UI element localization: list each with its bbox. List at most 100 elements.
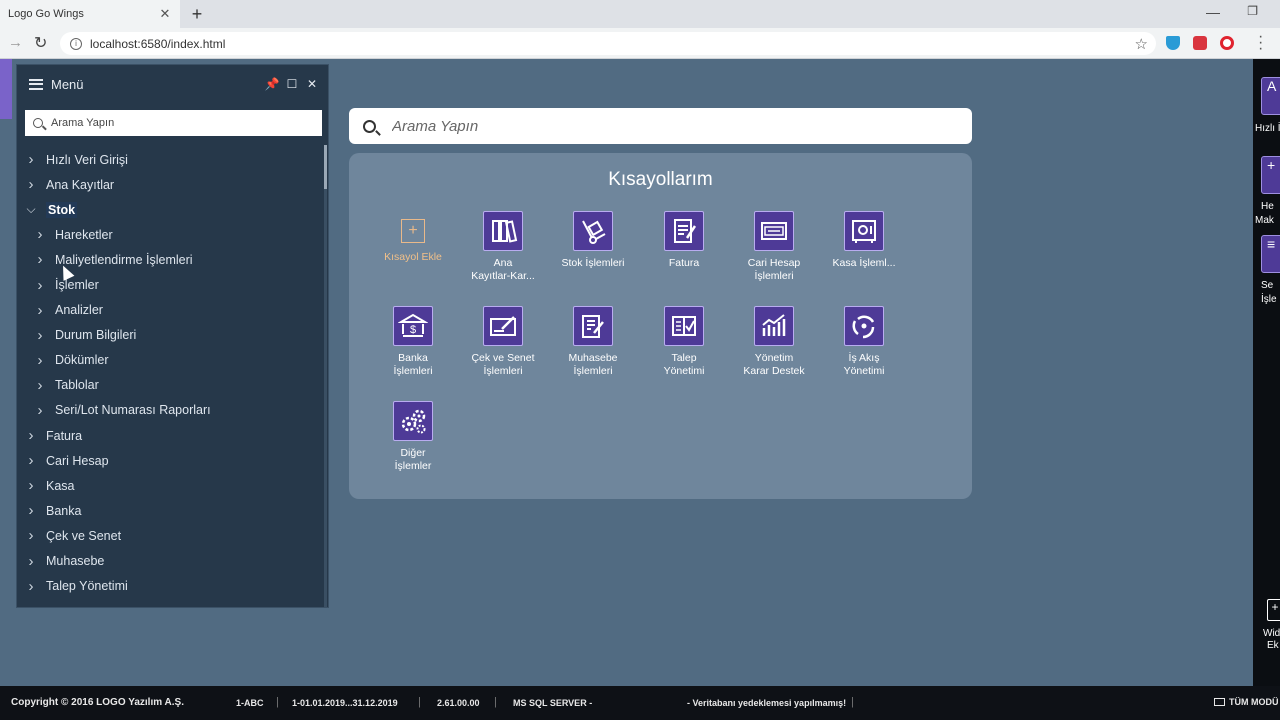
shortcut-tile[interactable]: Muhasebe İşlemleri	[548, 306, 638, 378]
chevron-right-icon[interactable]: ›	[24, 477, 38, 494]
shortcut-tile[interactable]: Diğer İşlemler	[368, 401, 458, 473]
chevron-right-icon[interactable]: ›	[24, 151, 38, 168]
chevron-right-icon[interactable]: ›	[24, 553, 38, 570]
menu-item[interactable]: › Ana Kayıtlar	[17, 172, 328, 197]
menu-item[interactable]: › Banka	[17, 498, 328, 523]
url-text[interactable]: localhost:6580/index.html	[90, 37, 1135, 51]
close-icon[interactable]: ✕	[302, 77, 322, 91]
shortcut-tile[interactable]: Yönetim Karar Destek	[729, 306, 819, 378]
restore-icon[interactable]: ❐	[1247, 4, 1258, 18]
info-icon[interactable]: i	[70, 37, 82, 50]
chevron-right-icon[interactable]: ›	[33, 402, 47, 419]
forward-icon[interactable]: →	[8, 34, 23, 51]
shield-extension-icon[interactable]	[1166, 36, 1180, 50]
maximize-icon[interactable]: ☐	[282, 77, 302, 91]
menu-item-label: İşlemler	[55, 278, 99, 293]
menu-item-label: Hızlı Veri Girişi	[46, 152, 128, 167]
bank-icon: $	[393, 306, 433, 346]
menu-item[interactable]: › Dökümler	[17, 348, 328, 373]
chevron-right-icon[interactable]: ›	[24, 427, 38, 444]
menu-item[interactable]: › Hareketler	[17, 222, 328, 247]
menu-item-label: Cari Hesap	[46, 453, 109, 468]
menu-search-input[interactable]	[51, 117, 322, 129]
shortcut-tile[interactable]: Fatura	[639, 211, 729, 270]
add-shortcut-button[interactable]: + Kısayol Ekle	[368, 211, 458, 264]
chevron-right-icon[interactable]: ›	[24, 176, 38, 193]
company-code: 1-ABC	[236, 698, 264, 708]
menu-item[interactable]: › Muhasebe	[17, 549, 328, 574]
shortcut-tile[interactable]: Çek ve Senet İşlemleri	[458, 306, 548, 378]
bookmark-star-icon[interactable]: ☆	[1135, 35, 1148, 53]
opera-extension-icon[interactable]	[1220, 36, 1234, 50]
shortcut-label: Stok İşlemleri	[548, 257, 638, 270]
request-icon	[664, 306, 704, 346]
copyright-text: Copyright © 2016 LOGO Yazılım A.Ş.	[11, 697, 184, 708]
menu-item[interactable]: ⌵ Stok	[17, 197, 328, 222]
menu-item[interactable]: › Tablolar	[17, 373, 328, 398]
chevron-right-icon[interactable]: ›	[24, 527, 38, 544]
shortcut-tile[interactable]: İş Akış Yönetimi	[819, 306, 909, 378]
shortcut-tile[interactable]: $ Banka İşlemleri	[368, 306, 458, 378]
hamburger-icon[interactable]	[29, 78, 43, 90]
minimize-icon[interactable]: —	[1206, 4, 1220, 20]
pin-icon[interactable]: 📌	[262, 77, 282, 91]
menu-item[interactable]: › Seri/Lot Numarası Raporları	[17, 398, 328, 423]
binders-icon	[483, 211, 523, 251]
chevron-right-icon[interactable]: ›	[24, 578, 38, 595]
widget-label-b: Ek	[1267, 640, 1279, 651]
shortcut-label: Banka İşlemleri	[368, 352, 458, 378]
panel-title: Kısayollarım	[608, 169, 713, 190]
shortcut-label-line2: Kayıtlar-Kar...	[471, 270, 535, 282]
shortcut-tile[interactable]: Stok İşlemleri	[548, 211, 638, 270]
quick-tile-2[interactable]: +	[1261, 156, 1280, 194]
chevron-right-icon[interactable]: ›	[33, 302, 47, 319]
new-tab-button[interactable]: +	[188, 4, 206, 24]
quick-tile-3[interactable]: ≡	[1261, 235, 1280, 273]
shortcut-label-line1: Kasa İşleml...	[832, 257, 896, 269]
menu-item-label: Tablolar	[55, 378, 99, 393]
chevron-right-icon[interactable]: ›	[24, 452, 38, 469]
quick-tile-2-label-b: Mak	[1255, 215, 1274, 226]
browser-menu-icon[interactable]: · · ·	[1258, 29, 1263, 57]
close-icon[interactable]: ✕	[158, 6, 172, 22]
menu-item[interactable]: › Fatura	[17, 423, 328, 448]
chevron-right-icon[interactable]: ›	[33, 226, 47, 243]
chevron-right-icon[interactable]: ›	[33, 251, 47, 268]
menu-item[interactable]: › Talep Yönetimi	[17, 574, 328, 599]
menu-item-label: Seri/Lot Numarası Raporları	[55, 403, 211, 418]
menu-scrollbar-thumb[interactable]	[324, 145, 327, 189]
chevron-right-icon[interactable]: ›	[33, 352, 47, 369]
main-search-input[interactable]	[392, 117, 972, 135]
shortcut-label-line2: İşlemleri	[573, 365, 613, 377]
add-widget-button[interactable]: +	[1267, 599, 1280, 621]
invoice-icon	[664, 211, 704, 251]
menu-item[interactable]: › Çek ve Senet	[17, 523, 328, 548]
chevron-right-icon[interactable]: ›	[33, 327, 47, 344]
shortcut-tile[interactable]: Cari Hesap İşlemleri	[729, 211, 819, 283]
menu-item[interactable]: › Durum Bilgileri	[17, 323, 328, 348]
menu-scrollbar[interactable]	[324, 145, 327, 607]
modules-button[interactable]: TÜM MODÜ	[1214, 697, 1279, 707]
chevron-right-icon[interactable]: ›	[33, 377, 47, 394]
menu-item[interactable]: › Cari Hesap	[17, 448, 328, 473]
menu-header: Menü 📌 ☐ ✕	[17, 65, 328, 103]
menu-item[interactable]: › Analizler	[17, 298, 328, 323]
menu-item[interactable]: › Kasa	[17, 473, 328, 498]
menu-tree: › Hızlı Veri Girişi › Ana Kayıtlar ⌵ Stok › Har…	[17, 147, 328, 609]
chevron-right-icon[interactable]: ›	[24, 502, 38, 519]
menu-item-label: Durum Bilgileri	[55, 328, 137, 343]
quick-tile-1[interactable]: A	[1261, 77, 1280, 115]
browser-tab[interactable]: Logo Go Wings ✕	[0, 0, 180, 28]
add-shortcut-label: Kısayol Ekle	[384, 251, 442, 263]
menu-item-label: Çek ve Senet	[46, 528, 122, 543]
shortcut-tile[interactable]: Ana Kayıtlar-Kar...	[458, 211, 548, 283]
shortcut-label: Diğer İşlemler	[368, 447, 458, 473]
menu-item[interactable]: › Hızlı Veri Girişi	[17, 147, 328, 172]
shortcut-tile[interactable]: Kasa İşleml...	[819, 211, 909, 270]
reload-icon[interactable]: ↻	[34, 33, 47, 53]
chevron-down-icon[interactable]: ⌵	[24, 202, 38, 217]
chevron-right-icon[interactable]: ›	[33, 277, 47, 294]
url-field[interactable]: i localhost:6580/index.html ☆	[60, 32, 1156, 55]
record-extension-icon[interactable]	[1193, 36, 1207, 50]
shortcut-tile[interactable]: Talep Yönetimi	[639, 306, 729, 378]
